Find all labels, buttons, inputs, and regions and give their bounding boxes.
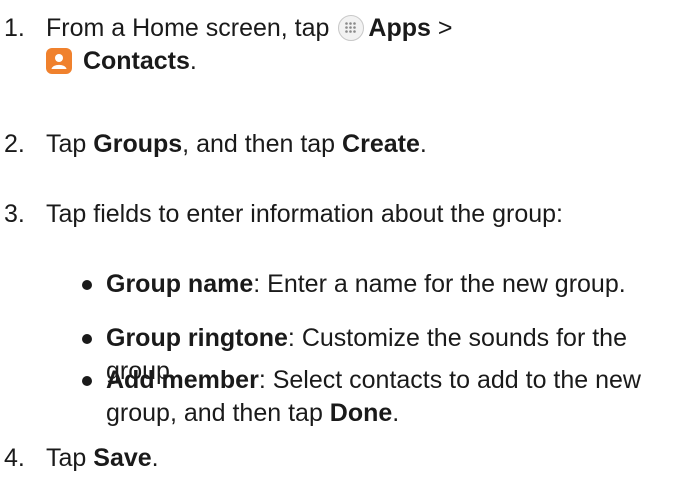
step-text: From a Home screen, tap Apps > Contacts. (46, 14, 453, 75)
bullet-dot (82, 334, 92, 344)
bullet-add-member: Add member: Select contacts to add to th… (0, 364, 676, 430)
step-number: 4. (4, 444, 25, 472)
save-label: Save (93, 444, 152, 472)
step-2: 2. Tap Groups, and then tap Create. (0, 128, 676, 161)
bullet-text: Group name: Enter a name for the new gro… (106, 270, 626, 298)
step-1: 1. From a Home screen, tap Apps > Contac… (0, 12, 676, 82)
apps-grid-icon (338, 15, 365, 41)
step-4: 4. Tap Save. (0, 442, 676, 475)
groups-label: Groups (93, 130, 183, 158)
step-number: 3. (4, 200, 25, 228)
bullet-text: Add member: Select contacts to add to th… (106, 366, 641, 427)
contacts-label: Contacts (82, 47, 190, 75)
bullet-group-name: Group name: Enter a name for the new gro… (0, 268, 676, 301)
step-3: 3. Tap fields to enter information about… (0, 198, 676, 231)
step-text: Tap Groups, and then tap Create. (46, 130, 427, 158)
step-number: 2. (4, 130, 25, 158)
create-label: Create (342, 130, 420, 158)
bullet-dot (82, 280, 92, 290)
contacts-app-icon (46, 48, 72, 74)
bullet-dot (82, 376, 92, 386)
step-number: 1. (4, 14, 25, 42)
done-label: Done (329, 399, 393, 427)
step-text: Tap fields to enter information about th… (46, 200, 563, 228)
step-text: Tap Save. (46, 444, 159, 472)
apps-label: Apps (368, 14, 431, 42)
